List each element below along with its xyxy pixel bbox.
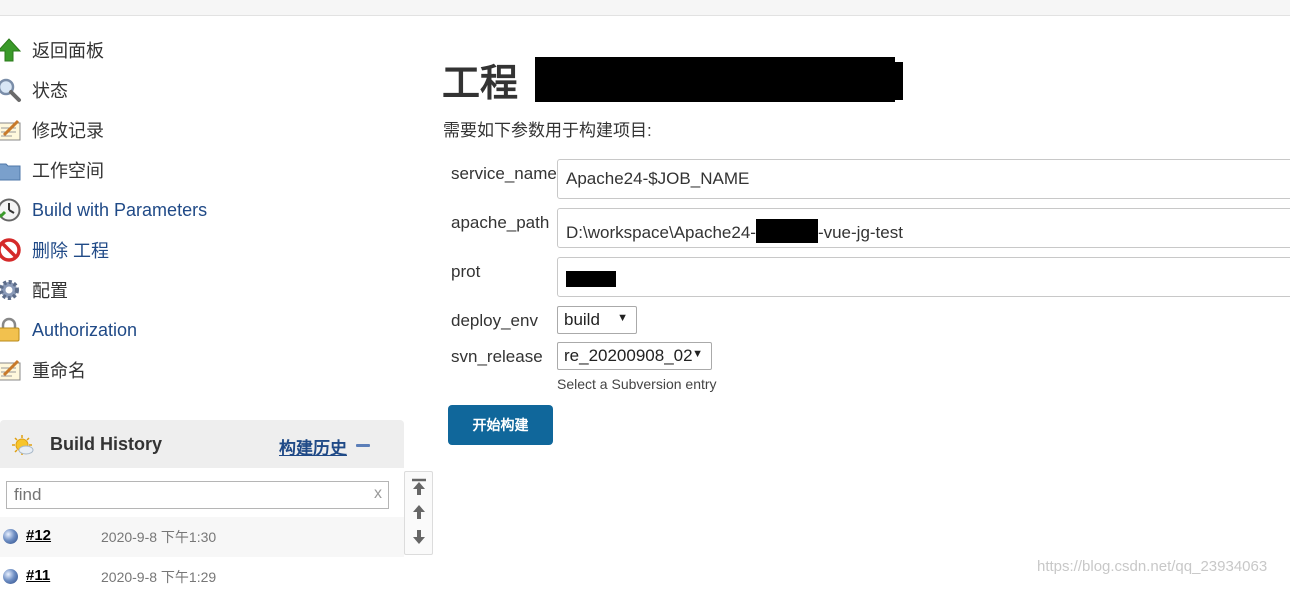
page-up-icon[interactable] bbox=[411, 503, 427, 521]
first-page-icon[interactable] bbox=[411, 478, 427, 496]
folder-icon bbox=[0, 163, 21, 181]
apache-path-value-prefix: D:\workspace\Apache24- bbox=[566, 223, 756, 242]
dropdown-arrow-icon: ▼ bbox=[617, 312, 628, 324]
no-entry-icon bbox=[0, 238, 21, 262]
build-time: 2020-9-8 下午1:30 bbox=[101, 529, 217, 545]
redacted-project-name bbox=[535, 57, 895, 102]
start-build-button[interactable]: 开始构建 bbox=[448, 405, 553, 445]
svn-release-help: Select a Subversion entry bbox=[557, 376, 717, 392]
build-history-header: Build History 构建历史 bbox=[0, 420, 404, 468]
build-search-box: x bbox=[6, 481, 389, 509]
param-label-deploy-env: deploy_env bbox=[451, 311, 538, 330]
svn-release-selected: re_20200908_02 bbox=[564, 346, 693, 365]
sidebar-item-label: 配置 bbox=[32, 281, 68, 301]
svn-release-select[interactable]: re_20200908_02 ▼ bbox=[557, 342, 712, 370]
notepad-icon bbox=[0, 359, 21, 381]
build-history-trend-link[interactable]: 构建历史 bbox=[279, 434, 347, 459]
sidebar-item-label: 删除 工程 bbox=[32, 241, 110, 261]
param-label-service-name: service_name bbox=[451, 164, 557, 183]
sidebar-item-label: 重命名 bbox=[32, 361, 86, 381]
build-time: 2020-9-8 下午1:29 bbox=[101, 569, 217, 585]
sidebar-item-label: Authorization bbox=[32, 319, 138, 340]
collapse-icon[interactable] bbox=[356, 444, 370, 447]
breadcrumb-fragment bbox=[140, 0, 280, 4]
page-title-prefix: 工程 bbox=[442, 63, 519, 105]
lock-icon bbox=[0, 317, 20, 342]
clock-icon bbox=[0, 198, 21, 222]
build-status-ball-icon bbox=[3, 529, 18, 544]
sidebar-item-label: Build with Parameters bbox=[32, 199, 208, 220]
build-history-title: Build History bbox=[50, 434, 163, 454]
apache-path-field[interactable]: D:\workspace\Apache24- -vue-jg-test bbox=[557, 208, 1290, 248]
build-number-link[interactable]: #12 bbox=[26, 527, 51, 544]
history-pagination bbox=[404, 471, 433, 555]
build-number-link[interactable]: #11 bbox=[26, 567, 50, 584]
sidebar-item-label: 工作空间 bbox=[32, 161, 104, 181]
redacted-project-name-tail bbox=[885, 62, 903, 100]
redacted-port-value bbox=[566, 271, 616, 287]
watermark: https://blog.csdn.net/qq_23934063 bbox=[1037, 558, 1268, 575]
search-icon bbox=[0, 78, 21, 102]
notepad-icon bbox=[0, 119, 21, 141]
build-history-widget: Build History 构建历史 x #12 2020-9-8 下午1:30… bbox=[0, 420, 404, 586]
service-name-field[interactable] bbox=[558, 160, 1266, 198]
deploy-env-select[interactable]: build ▼ bbox=[557, 306, 637, 334]
weather-sunny-icon bbox=[12, 435, 34, 455]
sidebar-item-label: 返回面板 bbox=[32, 41, 104, 61]
param-label-apache-path: apache_path bbox=[451, 213, 550, 232]
redacted-segment bbox=[755, 219, 818, 243]
service-name-field-box bbox=[557, 159, 1290, 199]
page-title: 工程 bbox=[442, 52, 518, 107]
apache-path-value-suffix: -vue-jg-test bbox=[817, 223, 903, 242]
clear-search-button[interactable]: x bbox=[374, 485, 382, 503]
build-row: #12 2020-9-8 下午1:30 bbox=[0, 517, 404, 557]
sidebar-item-label: 状态 bbox=[32, 81, 68, 101]
build-row: #11 2020-9-8 下午1:29 bbox=[0, 557, 404, 597]
prot-field[interactable] bbox=[557, 257, 1290, 297]
build-search-input[interactable] bbox=[7, 482, 354, 508]
build-status-ball-icon bbox=[3, 569, 18, 584]
up-arrow-icon bbox=[0, 38, 22, 62]
dropdown-arrow-icon: ▼ bbox=[692, 348, 703, 360]
page-down-icon[interactable] bbox=[411, 528, 427, 546]
top-bar bbox=[0, 0, 1290, 16]
param-label-svn-release: svn_release bbox=[451, 347, 543, 366]
sidebar-item-label: 修改记录 bbox=[32, 121, 104, 141]
deploy-env-selected: build bbox=[564, 310, 600, 329]
parameters-description: 需要如下参数用于构建项目: bbox=[443, 121, 652, 140]
param-label-prot: prot bbox=[451, 262, 481, 281]
gear-icon bbox=[0, 280, 19, 300]
